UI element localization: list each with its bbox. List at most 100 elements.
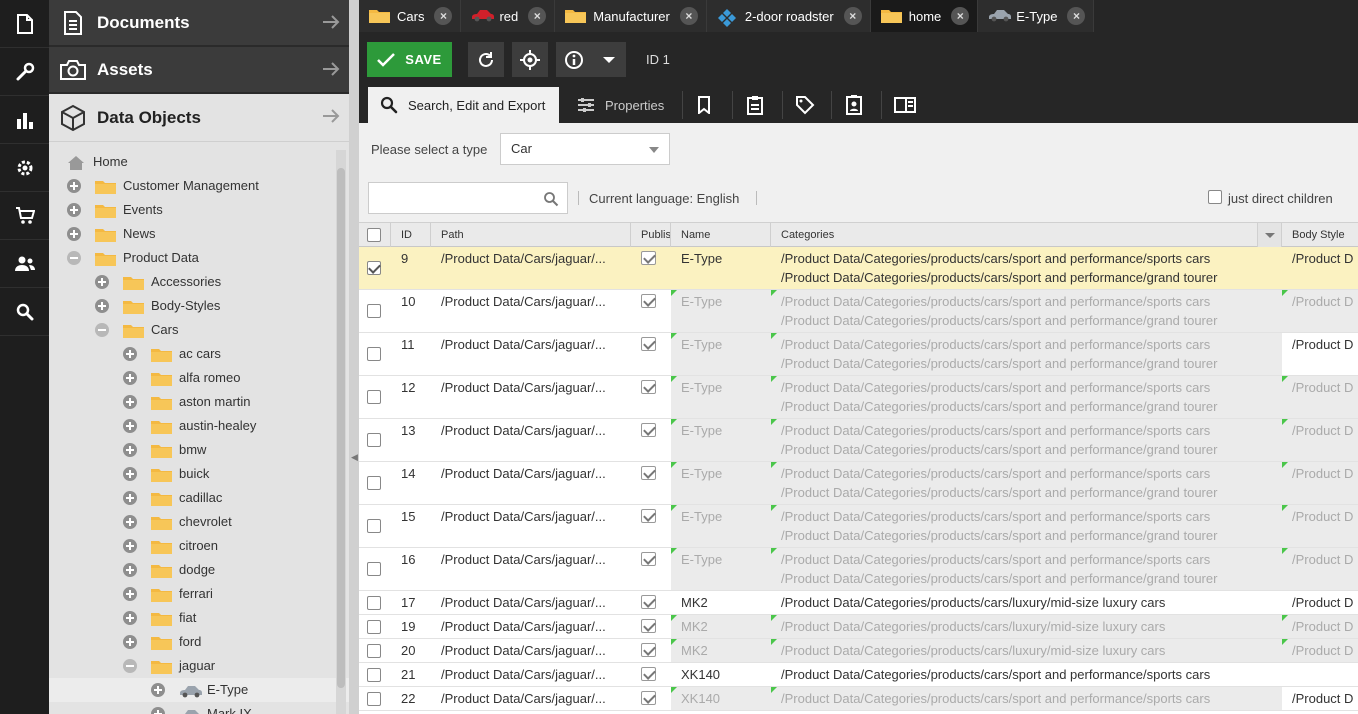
column-header-body-style[interactable]: Body Style xyxy=(1282,223,1358,247)
close-tab-icon[interactable]: × xyxy=(843,7,862,25)
nav-documents[interactable] xyxy=(0,0,49,48)
search-icon[interactable] xyxy=(543,191,559,207)
table-row[interactable]: 19/Product Data/Cars/jaguar/... MK2/Produ… xyxy=(359,615,1358,639)
published-checkbox[interactable] xyxy=(641,552,656,566)
cell-body-style[interactable]: /Product D xyxy=(1282,687,1358,710)
cell-categories[interactable]: /Product Data/Categories/products/cars/s… xyxy=(771,663,1282,686)
expand-icon[interactable] xyxy=(95,275,109,289)
tree-node[interactable]: News xyxy=(49,222,349,246)
tree-node[interactable]: citroen xyxy=(49,534,349,558)
locate-in-tree-button[interactable] xyxy=(512,42,548,77)
tree-scrollbar[interactable] xyxy=(336,150,346,714)
cell-body-style[interactable]: /Product D xyxy=(1282,615,1358,638)
column-header-id[interactable]: ID xyxy=(391,223,431,247)
row-checkbox[interactable] xyxy=(367,519,381,533)
cell-published[interactable] xyxy=(631,615,671,638)
table-row[interactable]: 12/Product Data/Cars/jaguar/... E-Type/Pr… xyxy=(359,376,1358,419)
cell-categories[interactable]: /Product Data/Categories/products/cars/s… xyxy=(771,333,1282,375)
expand-icon[interactable] xyxy=(123,491,137,505)
cell-name[interactable]: E-Type xyxy=(671,548,771,590)
cell-published[interactable] xyxy=(631,663,671,686)
cell-name[interactable]: XK140 xyxy=(671,663,771,686)
expand-icon[interactable] xyxy=(151,707,165,714)
editor-tab[interactable]: E-Type × xyxy=(978,0,1095,32)
expand-icon[interactable] xyxy=(123,371,137,385)
table-row[interactable]: 17/Product Data/Cars/jaguar/... MK2/Produ… xyxy=(359,591,1358,615)
cell-name[interactable]: E-Type xyxy=(671,419,771,461)
type-select[interactable]: Car xyxy=(500,133,670,165)
table-row[interactable]: 11/Product Data/Cars/jaguar/... E-Type/Pr… xyxy=(359,333,1358,376)
select-all-column[interactable] xyxy=(359,223,391,247)
published-checkbox[interactable] xyxy=(641,595,656,609)
expand-icon[interactable] xyxy=(123,395,137,409)
cell-published[interactable] xyxy=(631,687,671,710)
grid-search-box[interactable] xyxy=(368,182,568,214)
cell-name[interactable]: MK2 xyxy=(671,639,771,662)
tree-node[interactable]: Customer Management xyxy=(49,174,349,198)
tree-scrollbar-thumb[interactable] xyxy=(337,168,345,688)
nav-settings[interactable] xyxy=(0,144,49,192)
reload-button[interactable] xyxy=(468,42,504,77)
editor-tab[interactable]: Manufacturer × xyxy=(555,0,707,32)
expand-icon[interactable] xyxy=(123,515,137,529)
cell-body-style[interactable]: /Product D xyxy=(1282,290,1358,332)
assets-section-header[interactable]: Assets xyxy=(49,47,349,94)
tree-node[interactable]: aston martin xyxy=(49,390,349,414)
tree-node[interactable]: Events xyxy=(49,198,349,222)
collapse-icon[interactable] xyxy=(95,323,109,337)
expand-icon[interactable] xyxy=(123,635,137,649)
published-checkbox[interactable] xyxy=(641,691,656,705)
expand-icon[interactable] xyxy=(123,419,137,433)
expand-icon[interactable] xyxy=(123,587,137,601)
published-checkbox[interactable] xyxy=(641,667,656,681)
row-checkbox[interactable] xyxy=(367,476,381,490)
row-checkbox[interactable] xyxy=(367,261,381,275)
cell-published[interactable] xyxy=(631,419,671,461)
cell-name[interactable]: MK2 xyxy=(671,615,771,638)
nav-search[interactable] xyxy=(0,288,49,336)
save-button[interactable]: SAVE xyxy=(367,42,452,77)
cell-body-style[interactable]: /Product D xyxy=(1282,639,1358,662)
cell-published[interactable] xyxy=(631,247,671,289)
table-row[interactable]: 22/Product Data/Cars/jaguar/... XK140/Pro… xyxy=(359,687,1358,711)
cell-name[interactable]: MK2 xyxy=(671,591,771,614)
nav-ecommerce[interactable] xyxy=(0,192,49,240)
expand-icon[interactable] xyxy=(67,227,81,241)
tree-node[interactable]: cadillac xyxy=(49,486,349,510)
row-checkbox[interactable] xyxy=(367,390,381,404)
cell-body-style[interactable]: /Product D xyxy=(1282,376,1358,418)
cell-published[interactable] xyxy=(631,462,671,504)
tree-node[interactable]: chevrolet xyxy=(49,510,349,534)
info-button[interactable] xyxy=(556,42,592,77)
expand-icon[interactable] xyxy=(123,611,137,625)
column-header-categories[interactable]: Categories xyxy=(771,223,1282,247)
tab-dependencies[interactable] xyxy=(697,87,711,123)
published-checkbox[interactable] xyxy=(641,423,656,437)
nav-reports[interactable] xyxy=(0,96,49,144)
close-tab-icon[interactable]: × xyxy=(679,7,698,25)
cell-name[interactable]: E-Type xyxy=(671,376,771,418)
cell-body-style[interactable]: /Product D xyxy=(1282,247,1358,289)
column-header-path[interactable]: Path xyxy=(431,223,631,247)
more-options-dropdown[interactable] xyxy=(592,42,626,77)
table-row[interactable]: 9/Product Data/Cars/jaguar/... E-Type/Pro… xyxy=(359,247,1358,290)
cell-published[interactable] xyxy=(631,548,671,590)
close-tab-icon[interactable]: × xyxy=(528,7,547,25)
nav-tools[interactable] xyxy=(0,48,49,96)
expand-icon[interactable] xyxy=(67,179,81,193)
cell-categories[interactable]: /Product Data/Categories/products/cars/s… xyxy=(771,290,1282,332)
row-checkbox[interactable] xyxy=(367,668,381,682)
cell-categories[interactable]: /Product Data/Categories/products/cars/l… xyxy=(771,639,1282,662)
tree-node[interactable]: Mark IX xyxy=(49,702,349,714)
column-header-name[interactable]: Name xyxy=(671,223,771,247)
close-tab-icon[interactable]: × xyxy=(434,7,453,25)
cell-name[interactable]: E-Type xyxy=(671,333,771,375)
tree-node[interactable]: Cars xyxy=(49,318,349,342)
tree-node[interactable]: austin-healey xyxy=(49,414,349,438)
cell-published[interactable] xyxy=(631,290,671,332)
close-tab-icon[interactable]: × xyxy=(951,7,970,25)
cell-published[interactable] xyxy=(631,333,671,375)
grid-search-input[interactable] xyxy=(369,183,534,213)
expand-icon[interactable] xyxy=(123,467,137,481)
cell-categories[interactable]: /Product Data/Categories/products/cars/s… xyxy=(771,462,1282,504)
